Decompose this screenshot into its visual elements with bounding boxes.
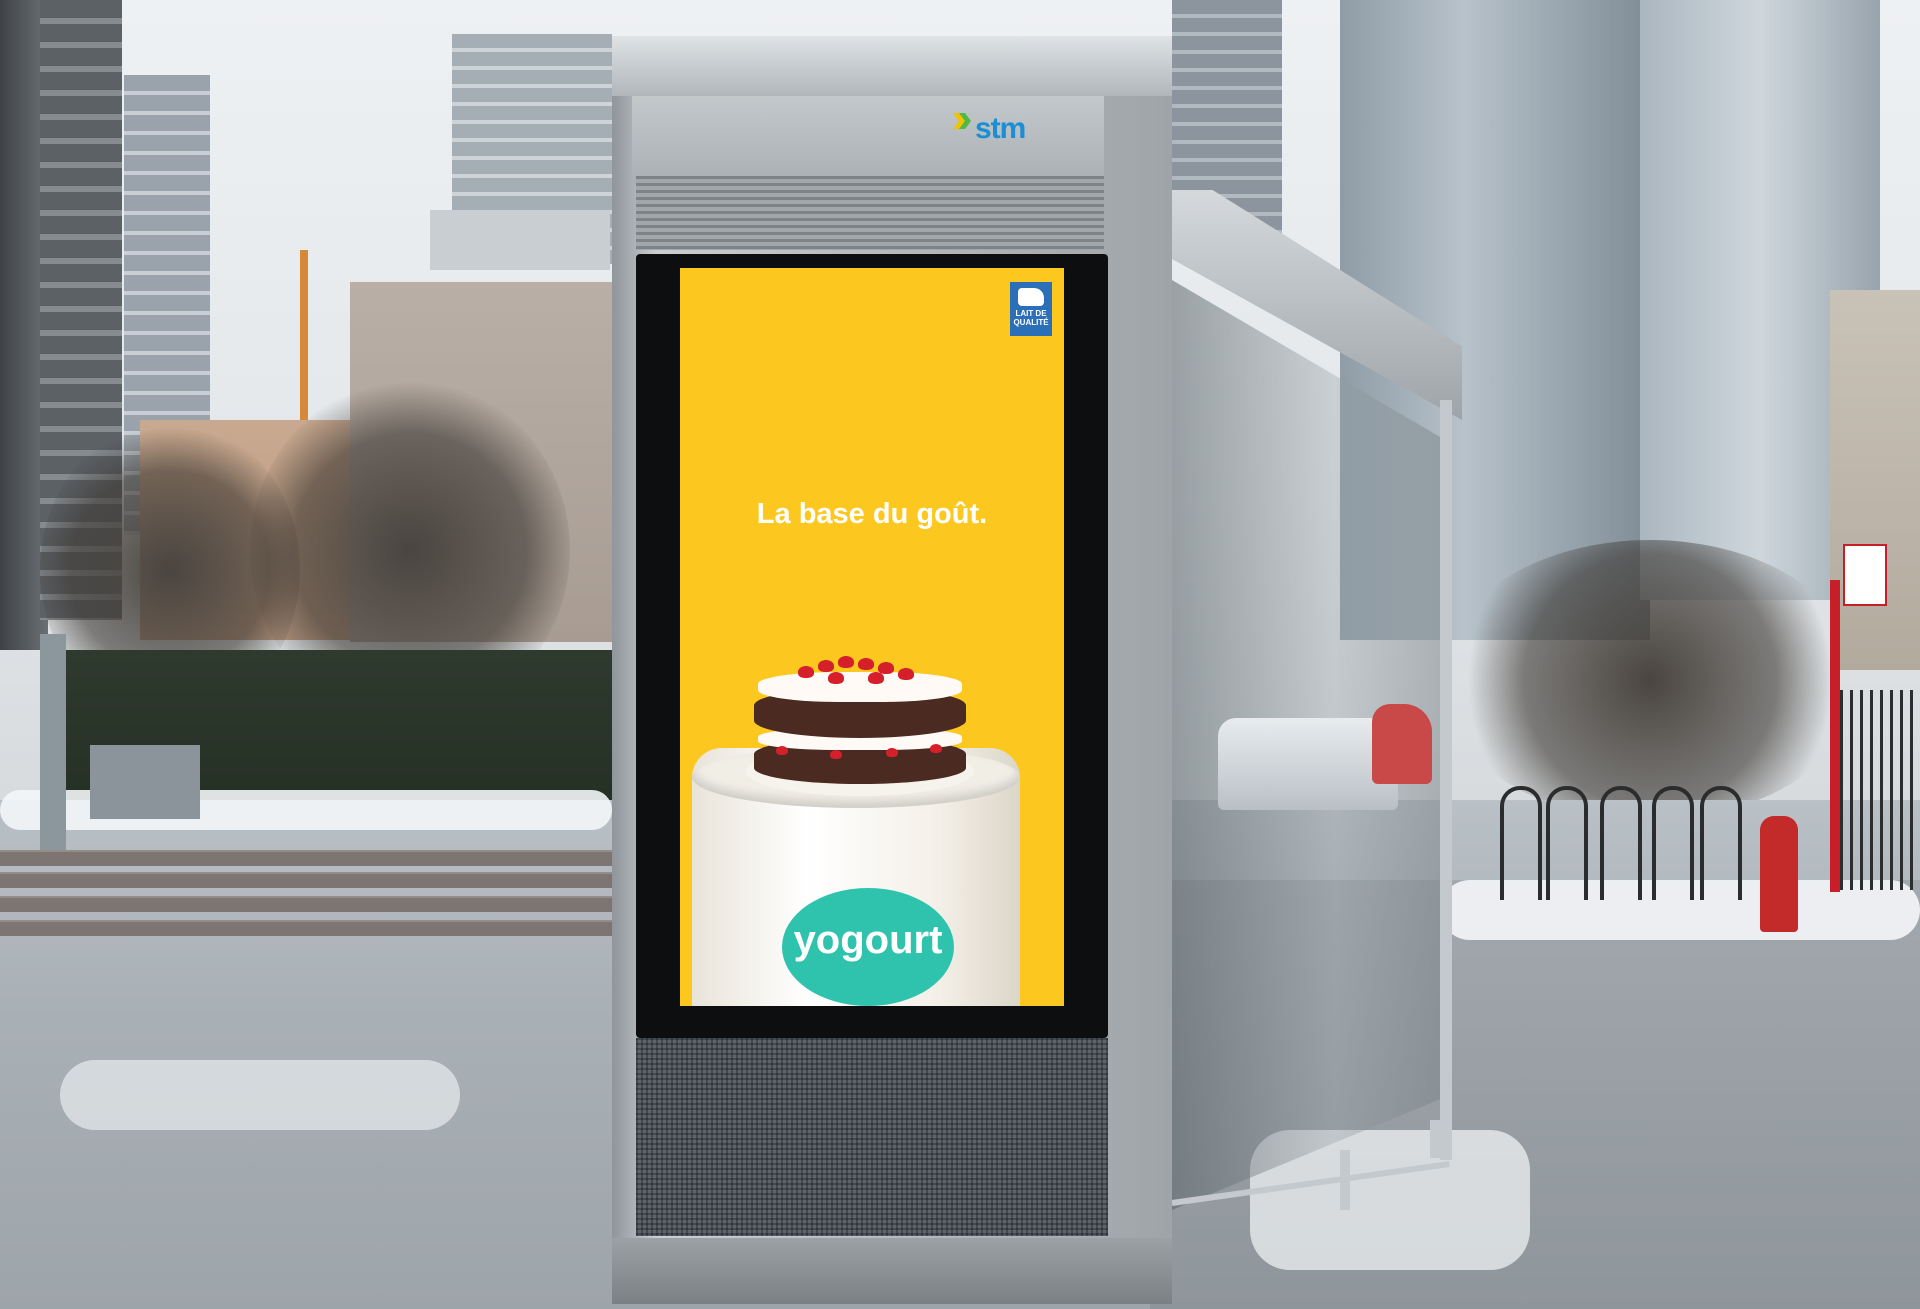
ad-headline: La base du goût. [756, 498, 988, 530]
kiosk-vent-top [636, 176, 1104, 250]
strawberry [886, 748, 898, 757]
bike-rack [1600, 786, 1642, 900]
strawberry [930, 744, 942, 753]
strawberry [776, 746, 788, 755]
step [0, 920, 612, 936]
kiosk-header-panel [632, 96, 1104, 184]
kiosk-top [612, 36, 1172, 96]
sign-pole [1830, 580, 1840, 892]
kiosk-vent-bottom [636, 1038, 1108, 1236]
quality-badge-text: LAIT DE QUALITÉ [1013, 309, 1049, 327]
cream-topping [758, 672, 962, 702]
bike-rack [1700, 786, 1742, 900]
strawberry [858, 658, 874, 670]
cow-icon [1018, 288, 1044, 306]
stm-chevron-icon [953, 113, 971, 129]
car-reflection [1218, 718, 1398, 810]
bollard [40, 634, 66, 850]
snow-patch [60, 1060, 460, 1130]
strawberry [828, 672, 844, 684]
fire-hydrant [1760, 816, 1798, 932]
car-reflection [1372, 704, 1432, 784]
strawberry [830, 750, 842, 759]
strawberry [898, 668, 914, 680]
step [0, 896, 612, 912]
strawberry [798, 666, 814, 678]
bench [90, 745, 200, 819]
strawberry [868, 672, 884, 684]
bike-rack [1500, 786, 1542, 900]
step [0, 872, 612, 888]
strawberry [838, 656, 854, 668]
strawberry [818, 660, 834, 672]
bell-building [430, 210, 610, 270]
quality-badge: LAIT DE QUALITÉ [1010, 282, 1052, 336]
kiosk-base [612, 1238, 1172, 1304]
product-label: yogourt [793, 918, 943, 962]
tree [1440, 540, 1860, 820]
stm-logo: stm [975, 112, 1026, 145]
bike-rack [1546, 786, 1588, 900]
step [0, 850, 612, 866]
ad-poster: LAIT DE QUALITÉ La base du goût. yogourt [680, 268, 1064, 1006]
stone-building-right [1830, 290, 1920, 670]
shelter-frame [1440, 400, 1452, 1160]
bike-rack [1652, 786, 1694, 900]
shelter-leg [1430, 1120, 1442, 1158]
fence [1840, 690, 1920, 890]
shelter-leg [1340, 1150, 1350, 1210]
hydrant-sign [1843, 544, 1887, 606]
